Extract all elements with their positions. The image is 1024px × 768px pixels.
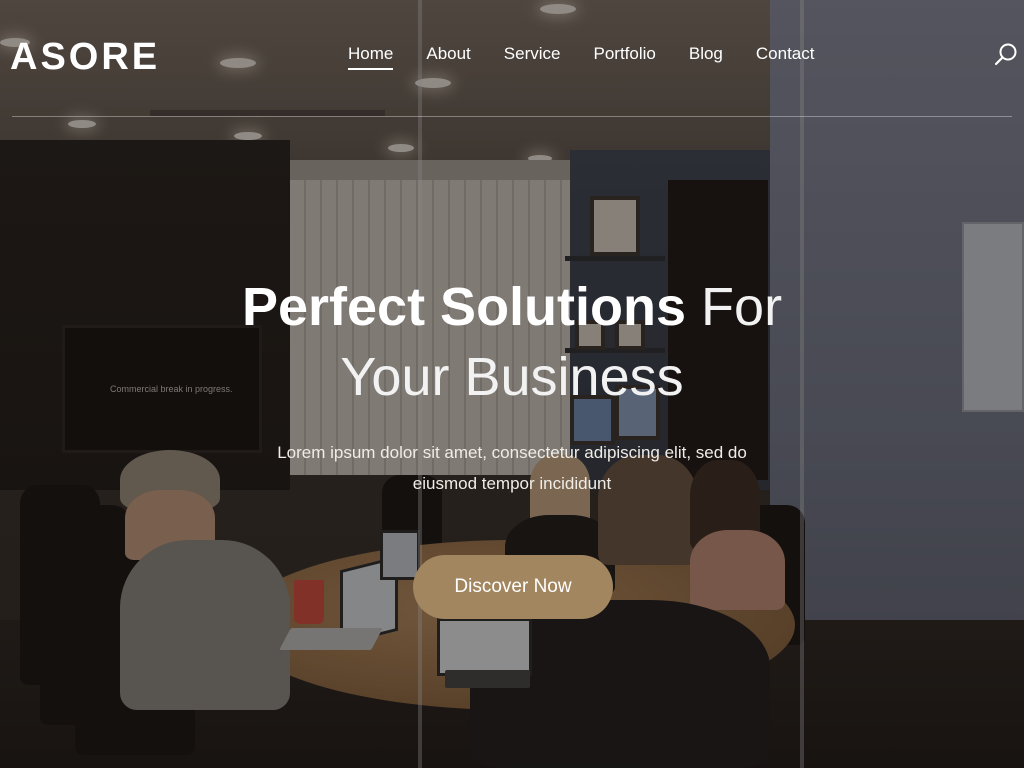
headline-bold: Perfect Solutions: [241, 277, 687, 337]
header-divider: [12, 116, 1012, 117]
nav-item-home[interactable]: Home: [348, 44, 394, 70]
site-header: ASORE Home About Service Portfolio Blog …: [0, 0, 1024, 118]
logo[interactable]: ASORE: [10, 36, 160, 79]
headline-light: For: [701, 277, 783, 337]
subtitle-line-1: Lorem ipsum dolor sit amet, consectetur …: [277, 443, 747, 462]
discover-now-button[interactable]: Discover Now: [413, 555, 613, 619]
main-nav: Home About Service Portfolio Blog Contac…: [348, 44, 847, 70]
hero-subtitle: Lorem ipsum dolor sit amet, consectetur …: [0, 437, 1024, 499]
hero-headline: Perfect Solutions For Your Business: [0, 272, 1024, 412]
subtitle-line-2: eiusmod tempor incididunt: [412, 474, 612, 493]
search-icon[interactable]: [993, 42, 1019, 68]
nav-item-contact[interactable]: Contact: [756, 44, 815, 70]
nav-item-blog[interactable]: Blog: [689, 44, 723, 70]
nav-item-service[interactable]: Service: [504, 44, 561, 70]
nav-item-about[interactable]: About: [426, 44, 470, 70]
headline-light-line-2: Your Business: [340, 347, 684, 407]
nav-item-portfolio[interactable]: Portfolio: [593, 44, 655, 70]
